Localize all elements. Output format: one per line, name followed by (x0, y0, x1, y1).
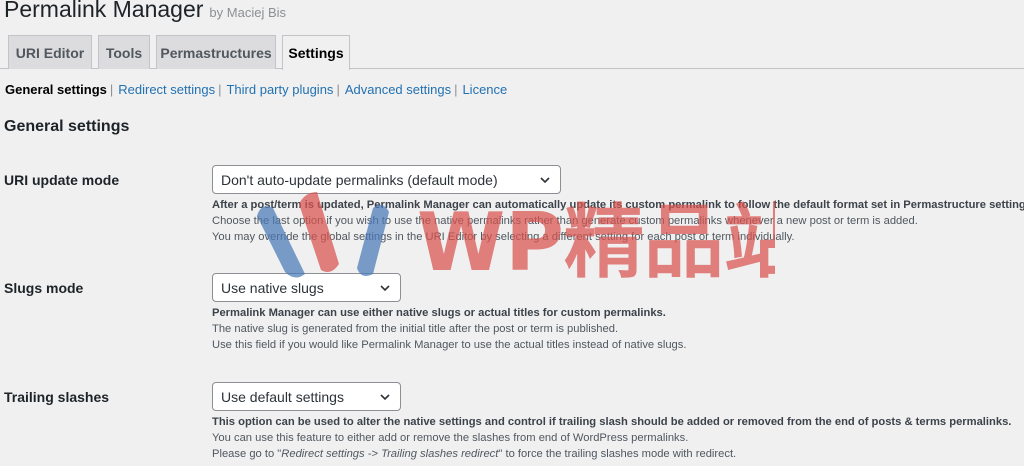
description-text: Please go to " (212, 448, 282, 460)
description-line: The native slug is generated from the in… (212, 323, 619, 335)
subnav-licence[interactable]: Licence (462, 82, 507, 97)
description-line: You may override the global settings in … (212, 231, 795, 243)
description-line: After a post/term is updated, Permalink … (212, 199, 1024, 211)
subnav-separator: | (336, 82, 340, 97)
subnav-third-party-plugins[interactable]: Third party plugins (226, 82, 333, 97)
uri-update-mode-description: After a post/term is updated, Permalink … (212, 197, 1024, 245)
slugs-mode-label: Slugs mode (4, 280, 84, 296)
page-byline: by Maciej Bis (209, 5, 286, 20)
subnav-redirect-settings[interactable]: Redirect settings (118, 82, 215, 97)
chevron-down-icon (380, 285, 390, 292)
tab-uri-editor[interactable]: URI Editor (8, 35, 92, 69)
subnav-general-settings[interactable]: General settings (5, 82, 107, 97)
settings-subnav: General settings | Redirect settings | T… (5, 82, 507, 97)
uri-update-mode-select[interactable]: Don't auto-update permalinks (default mo… (212, 165, 561, 194)
tab-bar: URI Editor Tools Permastructures Setting… (0, 35, 1024, 70)
trailing-slashes-label: Trailing slashes (4, 389, 110, 405)
page-title: Permalink Manager (4, 0, 204, 22)
slugs-mode-description: Permalink Manager can use either native … (212, 305, 686, 353)
chevron-down-icon (540, 177, 550, 184)
tab-permastructures[interactable]: Permastructures (156, 35, 276, 69)
description-text: " to force the trailing slashes mode wit… (498, 448, 737, 460)
chevron-down-icon (380, 394, 390, 401)
uri-update-mode-label: URI update mode (4, 172, 120, 188)
slugs-mode-value: Use native slugs (221, 279, 324, 296)
description-line: Please go to "Redirect settings -> Trail… (212, 446, 1011, 462)
description-line: Permalink Manager can use either native … (212, 307, 666, 319)
redirect-settings-reference: Redirect settings -> Trailing slashes re… (281, 448, 499, 460)
page-header: Permalink Manager by Maciej Bis (4, 0, 286, 26)
tab-settings[interactable]: Settings (282, 35, 350, 70)
subnav-separator: | (109, 82, 114, 97)
slugs-mode-select[interactable]: Use native slugs (212, 273, 401, 302)
description-line: Choose the last option if you wish to us… (212, 215, 918, 227)
uri-update-mode-value: Don't auto-update permalinks (default mo… (221, 171, 498, 188)
description-line: Use this field if you would like Permali… (212, 339, 687, 351)
subnav-separator: | (218, 82, 222, 97)
description-line: This option can be used to alter the nat… (212, 416, 1012, 428)
subnav-advanced-settings[interactable]: Advanced settings (345, 82, 451, 97)
trailing-slashes-description: This option can be used to alter the nat… (212, 414, 1011, 462)
description-line: You can use this feature to either add o… (212, 432, 689, 444)
trailing-slashes-select[interactable]: Use default settings (212, 382, 401, 411)
subnav-separator: | (454, 82, 458, 97)
section-title: General settings (4, 118, 130, 135)
trailing-slashes-value: Use default settings (221, 388, 344, 405)
tab-tools[interactable]: Tools (98, 35, 150, 69)
